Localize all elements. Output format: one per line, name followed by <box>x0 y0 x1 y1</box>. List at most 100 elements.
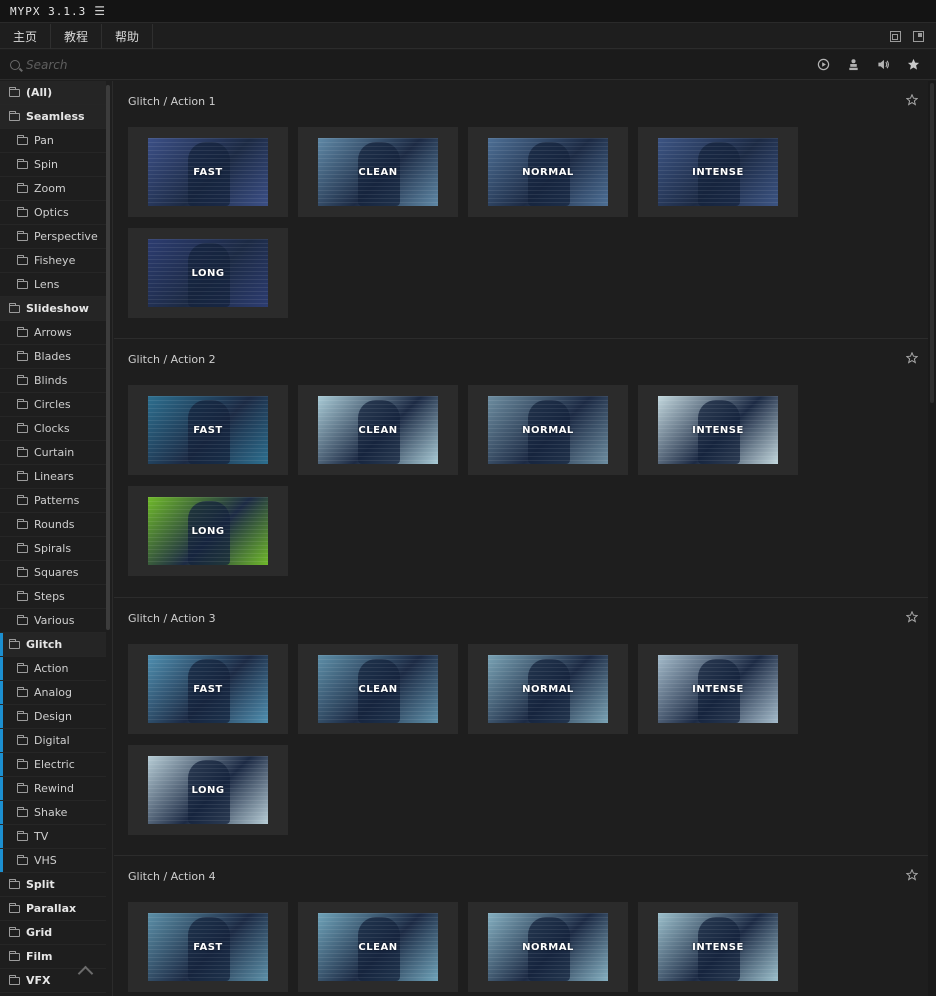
folder-icon <box>17 662 28 673</box>
sidebar-item-label: Fisheye <box>34 254 76 267</box>
sidebar-item-arrows[interactable]: Arrows <box>0 321 106 345</box>
preset-thumbnail: INTENSE <box>658 396 778 464</box>
sidebar-item-lens[interactable]: Lens <box>0 273 106 297</box>
preset-card-intense[interactable]: INTENSE <box>638 644 798 734</box>
favorite-star-icon[interactable] <box>905 610 919 623</box>
preset-label: CLEAN <box>358 424 398 436</box>
restore-icon[interactable] <box>890 30 901 42</box>
sidebar-item-parallax[interactable]: Parallax <box>0 897 106 921</box>
sidebar-item-rounds[interactable]: Rounds <box>0 513 106 537</box>
sidebar-item-perspective[interactable]: Perspective <box>0 225 106 249</box>
sidebar-item-patterns[interactable]: Patterns <box>0 489 106 513</box>
preset-card-clean[interactable]: CLEAN <box>298 127 458 217</box>
sidebar-item-grid[interactable]: Grid <box>0 921 106 945</box>
preset-card-normal[interactable]: NORMAL <box>468 902 628 992</box>
preset-card-long[interactable]: LONG <box>128 486 288 576</box>
sidebar-item-all[interactable]: (All) <box>0 81 106 105</box>
sidebar-item-squares[interactable]: Squares <box>0 561 106 585</box>
sidebar-item-steps[interactable]: Steps <box>0 585 106 609</box>
sidebar-item-electric[interactable]: Electric <box>0 753 106 777</box>
sidebar-item-fisheye[interactable]: Fisheye <box>0 249 106 273</box>
sidebar-item-label: Zoom <box>34 182 66 195</box>
preset-card-normal[interactable]: NORMAL <box>468 644 628 734</box>
app-title: MYPX 3.1.3 <box>10 4 87 18</box>
preset-card-clean[interactable]: CLEAN <box>298 902 458 992</box>
user-icon[interactable] <box>846 58 860 72</box>
preset-card-intense[interactable]: INTENSE <box>638 385 798 475</box>
tab-home[interactable]: 主页 <box>0 23 52 49</box>
preset-card-long[interactable]: LONG <box>128 228 288 318</box>
sidebar-item-glitch[interactable]: Glitch <box>0 633 106 657</box>
folder-icon <box>17 854 28 865</box>
sidebar-scrollbar[interactable] <box>106 85 110 630</box>
search-icon <box>10 59 20 70</box>
sidebar-item-action[interactable]: Action <box>0 657 106 681</box>
folder-icon <box>17 782 28 793</box>
sidebar-item-circles[interactable]: Circles <box>0 393 106 417</box>
sidebar-item-blinds[interactable]: Blinds <box>0 369 106 393</box>
preset-card-clean[interactable]: CLEAN <box>298 385 458 475</box>
sidebar-item-various[interactable]: Various <box>0 609 106 633</box>
sidebar-item-optics[interactable]: Optics <box>0 201 106 225</box>
favorite-star-icon[interactable] <box>905 93 919 106</box>
sidebar-item-label: Slideshow <box>26 302 89 315</box>
preset-card-normal[interactable]: NORMAL <box>468 385 628 475</box>
star-icon[interactable] <box>906 58 920 72</box>
sidebar-item-vhs[interactable]: VHS <box>0 849 106 873</box>
sidebar-item-label: Action <box>34 662 69 675</box>
tab-tutorials[interactable]: 教程 <box>51 23 103 49</box>
sidebar-item-analog[interactable]: Analog <box>0 681 106 705</box>
preset-card-fast[interactable]: FAST <box>128 385 288 475</box>
search-input[interactable] <box>26 57 326 72</box>
sidebar-item-digital[interactable]: Digital <box>0 729 106 753</box>
folder-icon <box>17 350 28 361</box>
preset-thumbnail: LONG <box>148 497 268 565</box>
tab-help[interactable]: 帮助 <box>102 23 154 49</box>
sidebar-item-label: Blades <box>34 350 71 363</box>
sidebar-item-seamless[interactable]: Seamless <box>0 105 106 129</box>
sidebar-item-label: Pan <box>34 134 54 147</box>
volume-icon[interactable] <box>876 58 890 72</box>
menu-bar: 主页 教程 帮助 <box>0 23 936 49</box>
folder-icon <box>17 326 28 337</box>
hamburger-icon[interactable]: ☰ <box>94 4 105 18</box>
preset-card-normal[interactable]: NORMAL <box>468 127 628 217</box>
folder-icon <box>9 902 20 913</box>
favorite-star-icon[interactable] <box>905 351 919 364</box>
preset-card-fast[interactable]: FAST <box>128 902 288 992</box>
sidebar-item-slideshow[interactable]: Slideshow <box>0 297 106 321</box>
sidebar-item-clocks[interactable]: Clocks <box>0 417 106 441</box>
preset-card-intense[interactable]: INTENSE <box>638 902 798 992</box>
preset-thumbnail: FAST <box>148 655 268 723</box>
sidebar-item-curtain[interactable]: Curtain <box>0 441 106 465</box>
folder-icon <box>17 158 28 169</box>
scroll-up-icon[interactable] <box>78 963 92 977</box>
sidebar-item-spirals[interactable]: Spirals <box>0 537 106 561</box>
main-scrollbar[interactable] <box>928 81 936 996</box>
preset-card-intense[interactable]: INTENSE <box>638 127 798 217</box>
preset-card-long[interactable]: LONG <box>128 745 288 835</box>
sidebar-item-blades[interactable]: Blades <box>0 345 106 369</box>
sidebar-item-linears[interactable]: Linears <box>0 465 106 489</box>
preset-card-clean[interactable]: CLEAN <box>298 644 458 734</box>
preset-label: FAST <box>193 683 223 695</box>
preset-card-fast[interactable]: FAST <box>128 644 288 734</box>
favorite-star-icon[interactable] <box>905 868 919 881</box>
sidebar-item-tv[interactable]: TV <box>0 825 106 849</box>
sidebar-item-rewind[interactable]: Rewind <box>0 777 106 801</box>
sidebar-item-split[interactable]: Split <box>0 873 106 897</box>
sidebar-item-design[interactable]: Design <box>0 705 106 729</box>
folder-icon <box>17 494 28 505</box>
preset-card-fast[interactable]: FAST <box>128 127 288 217</box>
sidebar-item-pan[interactable]: Pan <box>0 129 106 153</box>
sidebar-item-label: Circles <box>34 398 71 411</box>
sidebar-item-spin[interactable]: Spin <box>0 153 106 177</box>
preset-thumbnail: CLEAN <box>318 396 438 464</box>
folder-icon <box>17 542 28 553</box>
play-icon[interactable] <box>816 58 830 72</box>
popout-icon[interactable] <box>913 30 924 42</box>
preset-label: NORMAL <box>522 424 574 436</box>
sidebar-item-shake[interactable]: Shake <box>0 801 106 825</box>
sidebar-item-zoom[interactable]: Zoom <box>0 177 106 201</box>
preset-thumbnail: CLEAN <box>318 138 438 206</box>
